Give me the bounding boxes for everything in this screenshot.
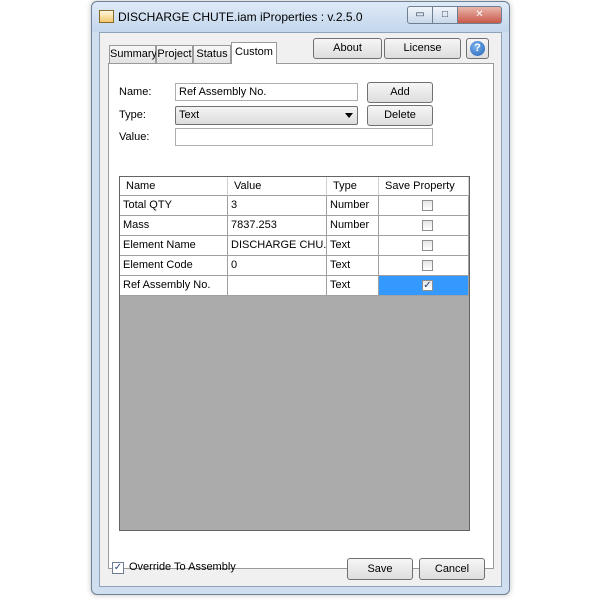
tab-summary[interactable]: Summary [109,45,157,63]
value-field[interactable] [175,128,433,146]
cell-type[interactable]: Text [327,256,379,276]
maximize-button[interactable]: □ [432,6,458,24]
title-bar[interactable]: DISCHARGE CHUTE.iam iProperties : v.2.5.… [92,2,509,32]
help-icon: ? [470,41,485,56]
cell-type[interactable]: Text [327,276,379,296]
save-property-checkbox[interactable] [422,220,433,231]
cell-name[interactable]: Mass [120,216,228,236]
tab-project[interactable]: Project [156,45,193,63]
value-label: Value: [119,131,150,143]
cell-value[interactable] [228,276,327,296]
cell-value[interactable]: DISCHARGE CHU... [228,236,327,256]
add-button[interactable]: Add [367,82,433,103]
save-property-checkbox[interactable] [422,240,433,251]
column-header-type[interactable]: Type [327,177,379,196]
cell-value[interactable]: 7837.253 [228,216,327,236]
cell-type[interactable]: Number [327,196,379,216]
cell-save-property: ✓ [379,276,469,296]
table-row[interactable]: Element Name DISCHARGE CHU... Text [120,236,469,256]
cell-save-property [379,236,469,256]
cell-name[interactable]: Element Code [120,256,228,276]
cell-save-property [379,216,469,236]
window-title: DISCHARGE CHUTE.iam iProperties : v.2.5.… [118,10,363,24]
save-property-checkbox[interactable] [422,260,433,271]
properties-grid[interactable]: Name Value Type Save Property Total QTY … [119,176,470,531]
table-row[interactable]: Mass 7837.253 Number [120,216,469,236]
column-header-value[interactable]: Value [228,177,327,196]
name-field[interactable]: Ref Assembly No. [175,83,358,101]
about-button[interactable]: About [313,38,382,59]
cell-name[interactable]: Ref Assembly No. [120,276,228,296]
save-property-checkbox[interactable] [422,200,433,211]
delete-button[interactable]: Delete [367,105,433,126]
cancel-button[interactable]: Cancel [419,558,485,580]
help-button[interactable]: ? [466,38,489,59]
column-header-name[interactable]: Name [120,177,228,196]
close-button[interactable]: ✕ [457,6,502,24]
save-button[interactable]: Save [347,558,413,580]
minimize-button[interactable]: ▭ [407,6,433,24]
iproperties-window: DISCHARGE CHUTE.iam iProperties : v.2.5.… [91,1,510,595]
override-to-assembly-checkbox[interactable]: ✓ [112,562,124,574]
type-select-value: Text [179,109,200,121]
column-header-save-property[interactable]: Save Property [379,177,469,196]
tab-custom[interactable]: Custom [231,42,277,64]
chevron-down-icon [345,113,353,118]
type-label: Type: [119,109,146,121]
name-label: Name: [119,86,152,98]
license-button[interactable]: License [384,38,461,59]
type-select[interactable]: Text [175,106,358,125]
save-property-checkbox[interactable]: ✓ [422,280,433,291]
dialog-client-area: Summary Project Status Custom About Lice… [99,32,502,587]
cell-type[interactable]: Text [327,236,379,256]
table-row[interactable]: Ref Assembly No. Text ✓ [120,276,469,296]
table-row[interactable]: Element Code 0 Text [120,256,469,276]
cell-name[interactable]: Element Name [120,236,228,256]
cell-value[interactable]: 3 [228,196,327,216]
cell-save-property [379,256,469,276]
override-to-assembly-label[interactable]: Override To Assembly [129,561,236,573]
cell-value[interactable]: 0 [228,256,327,276]
cell-type[interactable]: Number [327,216,379,236]
cell-name[interactable]: Total QTY [120,196,228,216]
grid-header: Name Value Type Save Property [120,177,469,196]
tab-status[interactable]: Status [193,45,231,63]
app-icon [99,10,114,23]
table-row[interactable]: Total QTY 3 Number [120,196,469,216]
cell-save-property [379,196,469,216]
